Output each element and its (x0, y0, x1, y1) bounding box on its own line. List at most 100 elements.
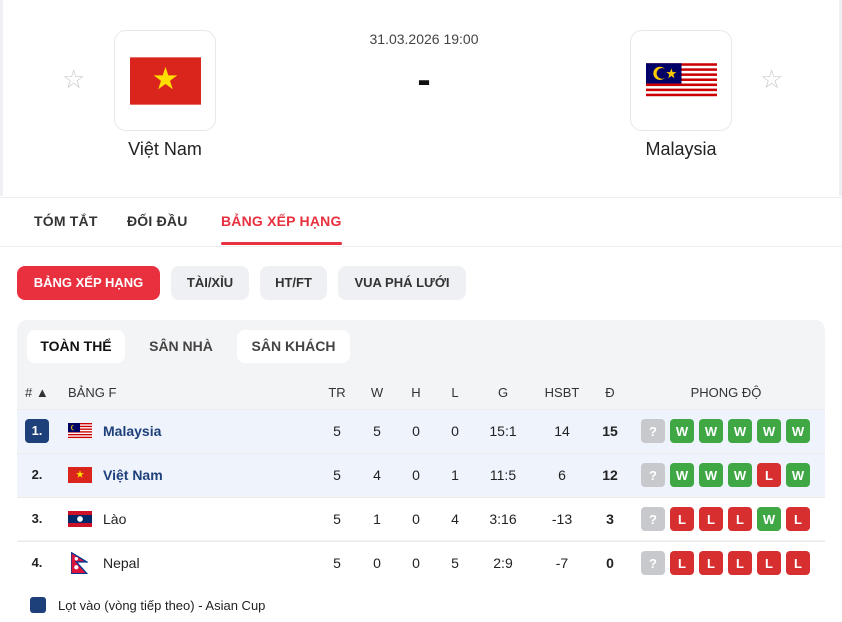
row-form: ? W W W L W (641, 463, 810, 487)
row-played: 5 (333, 511, 341, 527)
header-group: BẢNG F (68, 385, 117, 400)
table-row[interactable]: 1. Malaysia 5 5 0 0 15:1 14 15 ? W W W W W (17, 409, 825, 452)
row-draws: 0 (412, 423, 420, 439)
form-loss-badge[interactable]: L (728, 551, 752, 575)
row-wins: 4 (373, 467, 381, 483)
scope-home[interactable]: SÂN NHÀ (137, 330, 225, 363)
row-played: 5 (333, 423, 341, 439)
form-upcoming-badge[interactable]: ? (641, 507, 665, 531)
tab-summary[interactable]: TÓM TẮT (34, 198, 98, 246)
form-win-badge[interactable]: W (786, 463, 810, 487)
form-win-badge[interactable]: W (757, 419, 781, 443)
header-losses: L (451, 385, 459, 400)
row-played: 5 (333, 467, 341, 483)
legend: Lọt vào (vòng tiếp theo) - Asian Cup (30, 596, 265, 614)
row-points: 3 (606, 511, 614, 527)
form-win-badge[interactable]: W (757, 507, 781, 531)
row-team-name[interactable]: Lào (103, 511, 126, 527)
form-win-badge[interactable]: W (670, 463, 694, 487)
standings-table: TOÀN THỂ SÂN NHÀ SÂN KHÁCH # ▲ BẢNG F TR… (17, 320, 825, 584)
form-win-badge[interactable]: W (699, 419, 723, 443)
row-goals: 3:16 (489, 511, 517, 527)
row-points: 12 (602, 467, 618, 483)
row-points: 0 (606, 555, 614, 571)
form-loss-badge[interactable]: L (786, 507, 810, 531)
row-goal-diff: 14 (554, 423, 570, 439)
header-goal-diff: HSBT (544, 385, 580, 400)
row-wins: 0 (373, 555, 381, 571)
table-row[interactable]: 4. Nepal 5 0 0 5 2:9 -7 0 ? L L L L L (17, 541, 825, 584)
row-played: 5 (333, 555, 341, 571)
row-draws: 0 (412, 511, 420, 527)
form-win-badge[interactable]: W (728, 419, 752, 443)
form-loss-badge[interactable]: L (786, 551, 810, 575)
form-loss-badge[interactable]: L (757, 551, 781, 575)
form-upcoming-badge[interactable]: ? (641, 463, 665, 487)
home-team-name[interactable]: Việt Nam (85, 139, 245, 160)
form-loss-badge[interactable]: L (728, 507, 752, 531)
favorite-away-star-icon[interactable]: ☆ (760, 66, 783, 92)
row-goal-diff: 6 (558, 467, 566, 483)
table-row[interactable]: 2. Việt Nam 5 4 0 1 11:5 6 12 ? W W W L W (17, 453, 825, 496)
row-wins: 5 (373, 423, 381, 439)
row-losses: 0 (451, 423, 459, 439)
scope-away[interactable]: SÂN KHÁCH (237, 330, 350, 363)
row-form: ? W W W W W (641, 419, 810, 443)
row-losses: 1 (451, 467, 459, 483)
row-form: ? L L L L L (641, 551, 810, 575)
favorite-home-star-icon[interactable]: ☆ (62, 66, 85, 92)
away-team-logo[interactable] (630, 30, 732, 131)
form-win-badge[interactable]: W (728, 463, 752, 487)
row-team-name[interactable]: Việt Nam (103, 467, 163, 483)
row-rank: 4. (31, 555, 43, 570)
table-row[interactable]: 3. Lào 5 1 0 4 3:16 -13 3 ? L L L W L (17, 497, 825, 540)
vietnam-flag-icon (129, 56, 201, 105)
row-goals: 2:9 (493, 555, 513, 571)
row-points: 15 (602, 423, 618, 439)
form-loss-badge[interactable]: L (670, 507, 694, 531)
match-header: 31.03.2026 19:00 - ☆ Việt Nam ☆ Malaysia (0, 0, 842, 196)
scope-overall[interactable]: TOÀN THỂ (27, 330, 125, 363)
legend-qualify-swatch (30, 597, 46, 613)
match-tabs: TÓM TẮT ĐỐI ĐẦU BẢNG XẾP HẠNG (0, 197, 842, 247)
subtab-over-under[interactable]: TÀI/XỈU (171, 266, 249, 300)
away-team-name[interactable]: Malaysia (601, 139, 761, 160)
row-losses: 4 (451, 511, 459, 527)
row-draws: 0 (412, 555, 420, 571)
subtab-standings[interactable]: BẢNG XẾP HẠNG (17, 266, 160, 300)
home-team-logo[interactable] (114, 30, 216, 131)
header-played: TR (328, 385, 346, 400)
form-win-badge[interactable]: W (670, 419, 694, 443)
header-points: Đ (605, 385, 615, 400)
table-header: # ▲ BẢNG F TR W H L G HSBT Đ PHONG ĐỘ (17, 376, 825, 408)
header-rank-sort[interactable]: # ▲ (25, 385, 53, 400)
subtab-ht-ft[interactable]: HT/FT (260, 266, 327, 300)
header-form: PHONG ĐỘ (690, 385, 762, 400)
laos-flag-icon (68, 511, 92, 527)
row-team-name[interactable]: Nepal (103, 555, 140, 571)
legend-qualify-label: Lọt vào (vòng tiếp theo) - Asian Cup (58, 597, 266, 613)
row-goal-diff: -7 (555, 555, 569, 571)
form-loss-badge[interactable]: L (670, 551, 694, 575)
malaysia-flag-icon (68, 423, 92, 439)
form-loss-badge[interactable]: L (699, 507, 723, 531)
row-rank: 2. (31, 467, 43, 482)
form-win-badge[interactable]: W (786, 419, 810, 443)
subtab-top-scorers[interactable]: VUA PHÁ LƯỚI (338, 266, 466, 300)
form-loss-badge[interactable]: L (757, 463, 781, 487)
vietnam-flag-icon (68, 467, 92, 483)
row-team-name[interactable]: Malaysia (103, 423, 161, 439)
malaysia-flag-icon (645, 62, 717, 99)
form-win-badge[interactable]: W (699, 463, 723, 487)
row-rank: 3. (31, 511, 43, 526)
form-loss-badge[interactable]: L (699, 551, 723, 575)
row-losses: 5 (451, 555, 459, 571)
tab-head-to-head[interactable]: ĐỐI ĐẦU (127, 198, 188, 246)
form-upcoming-badge[interactable]: ? (641, 419, 665, 443)
row-draws: 0 (412, 467, 420, 483)
form-upcoming-badge[interactable]: ? (641, 551, 665, 575)
row-rank: 1. (25, 419, 49, 443)
nepal-flag-icon (71, 552, 88, 574)
row-form: ? L L L W L (641, 507, 810, 531)
tab-standings[interactable]: BẢNG XẾP HẠNG (221, 198, 342, 246)
